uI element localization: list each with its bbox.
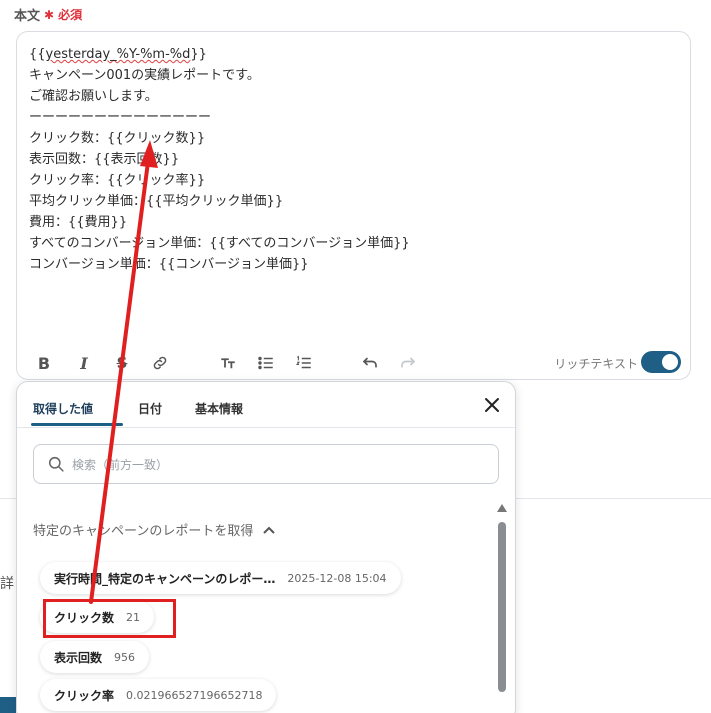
editor-line: 表示回数：{{表示回数}}	[29, 152, 180, 167]
body-field-label: 本文 ✱ 必須	[14, 5, 83, 25]
chevron-up-icon[interactable]	[263, 526, 276, 534]
value-chip-key: クリック率	[54, 688, 115, 703]
rich-text-toggle[interactable]	[641, 351, 681, 373]
section-header[interactable]: 特定のキャンペーンのレポートを取得	[33, 520, 276, 539]
editor-line: ーーーーーーーーーーーーーー	[29, 110, 212, 125]
editor-line: ご確認お願いします。	[29, 89, 158, 104]
scrollbar[interactable]	[497, 504, 507, 713]
strikethrough-icon[interactable]: S	[111, 352, 133, 374]
popup-tabs: 取得した値 日付 基本情報	[17, 382, 515, 428]
editor-content[interactable]: {{yesterday_%Y-%m-%d}} キャンペーン001の実績レポートで…	[29, 44, 410, 275]
undo-icon[interactable]	[359, 352, 381, 374]
scroll-up-arrow-icon[interactable]	[497, 504, 507, 512]
value-chip-value: 0.021966527196652718	[126, 688, 263, 702]
partial-label: 詳	[0, 576, 14, 592]
value-chip[interactable]: 表示回数 956	[40, 641, 150, 673]
annotation-highlight-box	[43, 599, 176, 638]
editor-line: クリック数：{{クリック数}}	[29, 131, 206, 146]
redo-icon[interactable]	[397, 352, 419, 374]
body-editor[interactable]: {{yesterday_%Y-%m-%d}} キャンペーン001の実績レポートで…	[16, 31, 691, 380]
editor-line: 費用：{{費用}}	[29, 215, 128, 230]
editor-line: {{yesterday_%Y-%m-%d}}	[29, 47, 207, 62]
value-chip-key: 実行時間_特定のキャンペーンのレポー…	[54, 571, 276, 586]
toggle-knob	[662, 354, 678, 370]
value-chip-key: 表示回数	[54, 650, 103, 665]
required-mark-icon: ✱	[44, 7, 55, 22]
editor-line: 平均クリック単価：{{平均クリック単価}}	[29, 194, 284, 209]
section-title-text: 特定のキャンペーンのレポートを取得	[33, 524, 254, 539]
bullet-list-icon[interactable]	[255, 352, 277, 374]
required-text: 必須	[58, 8, 83, 22]
active-tab-indicator	[31, 423, 123, 426]
search-icon	[48, 456, 64, 472]
editor-line: クリック率：{{クリック率}}	[29, 173, 206, 188]
background-bar	[0, 697, 16, 713]
close-icon[interactable]	[483, 396, 501, 414]
search-input[interactable]	[72, 455, 472, 475]
bold-icon[interactable]: B	[33, 352, 55, 374]
italic-icon[interactable]: I	[73, 352, 95, 374]
rich-text-label: リッチテキスト	[554, 357, 638, 371]
value-chip[interactable]: クリック率 0.021966527196652718	[40, 679, 277, 711]
tab-basic-info[interactable]: 基本情報	[195, 400, 243, 417]
tab-acquired-values[interactable]: 取得した値	[33, 400, 93, 417]
field-label-text: 本文	[14, 9, 41, 24]
scroll-thumb[interactable]	[498, 522, 506, 692]
editor-toolbar: B I S リッチテキスト	[17, 347, 690, 377]
search-field[interactable]	[33, 444, 499, 484]
value-chip-value: 956	[114, 650, 136, 664]
editor-line-variable: yesterday_%Y-%m-%d	[45, 47, 191, 62]
heading-icon[interactable]	[217, 352, 239, 374]
editor-line: キャンペーン001の実績レポートです。	[29, 68, 260, 83]
editor-line: コンバージョン単価：{{コンバージョン単価}}	[29, 257, 309, 272]
link-icon[interactable]	[149, 352, 171, 374]
numbered-list-icon[interactable]	[293, 352, 315, 374]
editor-line: すべてのコンバージョン単価：{{すべてのコンバージョン単価}}	[29, 236, 410, 251]
value-chip-value: 2025-12-08 15:04	[287, 571, 387, 585]
tab-date[interactable]: 日付	[138, 400, 162, 417]
value-chip[interactable]: 実行時間_特定のキャンペーンのレポー… 2025-12-08 15:04	[40, 562, 401, 594]
